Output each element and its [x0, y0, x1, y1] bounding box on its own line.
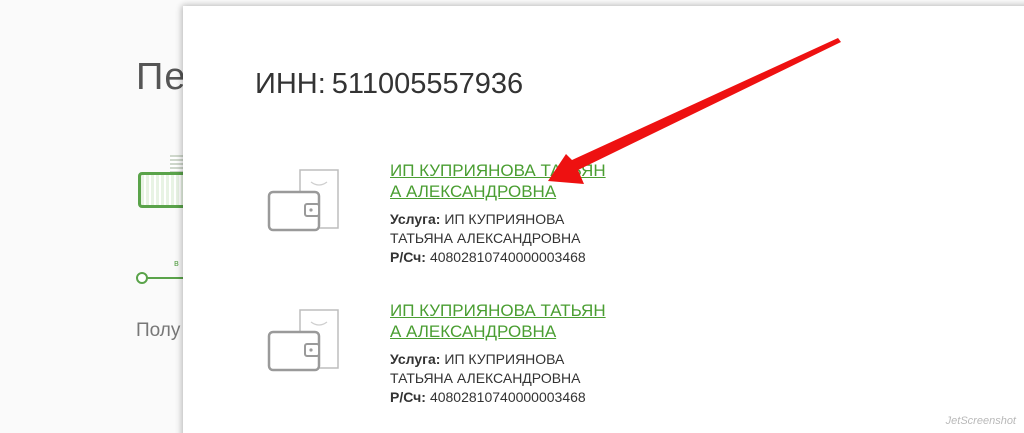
wallet-icon	[267, 169, 339, 232]
account-value: 40802810740000003468	[429, 249, 586, 265]
inn-value: 511005557936	[331, 68, 524, 100]
account-label: Р/Сч:	[390, 389, 426, 405]
inn-label: ИНН:	[255, 68, 326, 100]
result-item: ИП КУПРИЯНОВА ТАТЬЯНА АЛЕКСАНДРОВНА Услу…	[267, 160, 787, 300]
card-stack-icon	[170, 155, 184, 173]
slider-handle[interactable]	[136, 272, 148, 284]
result-name-link[interactable]: ИП КУПРИЯНОВА ТАТЬЯНА АЛЕКСАНДРОВНА	[390, 300, 610, 342]
service-label: Услуга:	[390, 351, 441, 367]
slider-tick-label: в	[174, 258, 179, 268]
service-line: Услуга: ИП КУПРИЯНОВА ТАТЬЯНА АЛЕКСАНДРОВ…	[390, 210, 610, 248]
background-page-subtitle: Полу	[136, 320, 181, 341]
result-item: ИП КУПРИЯНОВА ТАТЬЯНА АЛЕКСАНДРОВНА Услу…	[267, 300, 787, 433]
result-name-link[interactable]: ИП КУПРИЯНОВА ТАТЬЯНА АЛЕКСАНДРОВНА	[390, 160, 610, 202]
wallet-icon	[267, 309, 339, 372]
account-line: Р/Сч: 40802810740000003468	[390, 248, 610, 267]
account-line: Р/Сч: 40802810740000003468	[390, 388, 610, 407]
account-label: Р/Сч:	[390, 249, 426, 265]
result-body: ИП КУПРИЯНОВА ТАТЬЯНА АЛЕКСАНДРОВНА Услу…	[390, 300, 610, 407]
background-page-title: Пе	[136, 56, 187, 98]
watermark: JetScreenshot	[945, 415, 1016, 427]
inn-heading: ИНН: 511005557936	[255, 68, 523, 101]
service-line: Услуга: ИП КУПРИЯНОВА ТАТЬЯНА АЛЕКСАНДРОВ…	[390, 350, 610, 388]
account-value: 40802810740000003468	[429, 389, 586, 405]
search-results-modal: ИНН: 511005557936 ИП КУПРИЯНОВА ТАТЬЯНА А…	[183, 6, 1024, 433]
service-label: Услуга:	[390, 211, 441, 227]
result-body: ИП КУПРИЯНОВА ТАТЬЯНА АЛЕКСАНДРОВНА Услу…	[390, 160, 610, 267]
